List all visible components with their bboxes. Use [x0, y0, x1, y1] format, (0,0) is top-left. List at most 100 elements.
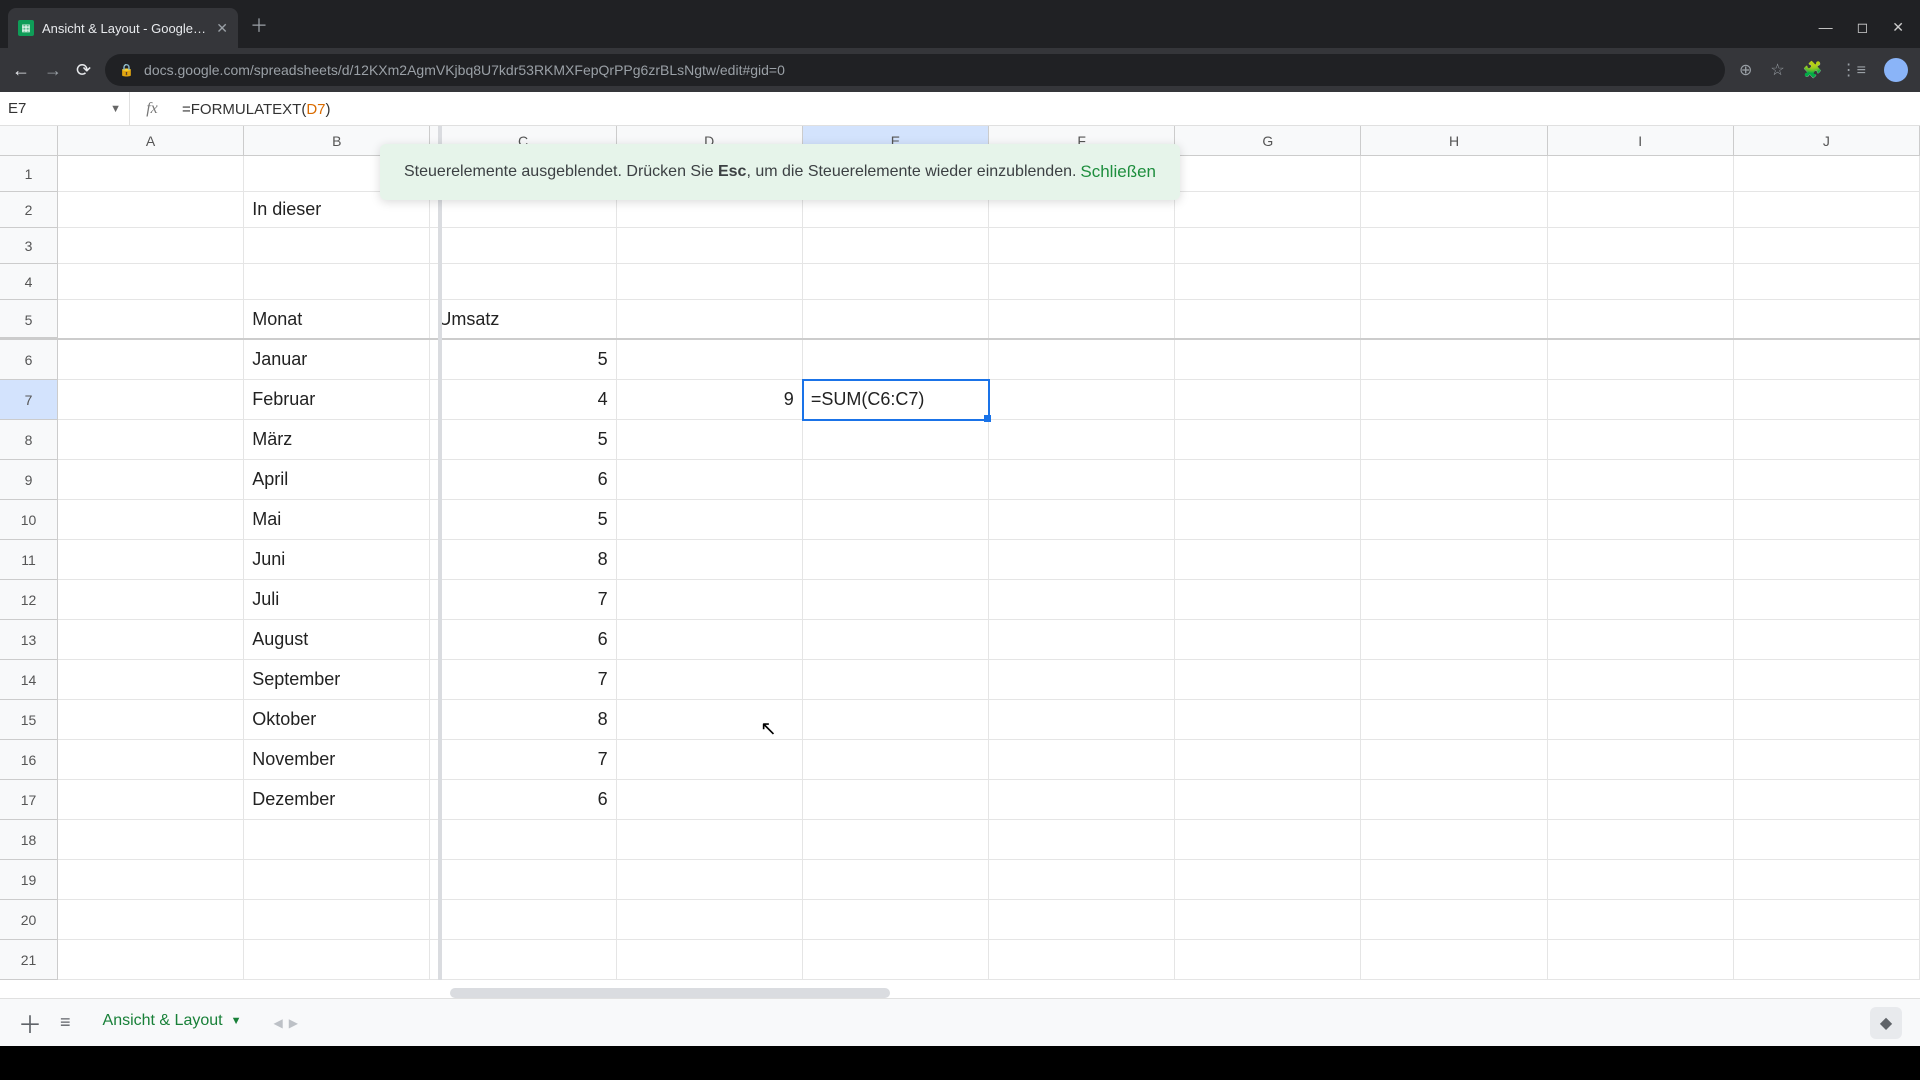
cell[interactable]: [1548, 192, 1734, 228]
cell[interactable]: [1548, 460, 1734, 500]
reload-icon[interactable]: ⟳: [76, 60, 91, 81]
cell[interactable]: [58, 300, 244, 338]
cell[interactable]: [1734, 900, 1920, 940]
url-input[interactable]: 🔒 docs.google.com/spreadsheets/d/12KXm2A…: [105, 54, 1725, 86]
cell[interactable]: [58, 580, 244, 620]
formula-input[interactable]: =FORMULATEXT(D7): [174, 100, 1920, 118]
cell[interactable]: [989, 380, 1175, 420]
cell[interactable]: [803, 460, 989, 500]
cell[interactable]: [803, 540, 989, 580]
cell[interactable]: [1175, 820, 1361, 860]
cell[interactable]: [617, 740, 803, 780]
cell[interactable]: [617, 340, 803, 380]
cell[interactable]: 7: [430, 740, 616, 780]
cell[interactable]: Januar: [244, 340, 430, 380]
row-header-17[interactable]: 17: [0, 780, 58, 820]
cell[interactable]: [1361, 580, 1547, 620]
cell[interactable]: [244, 820, 430, 860]
cell[interactable]: [1175, 228, 1361, 264]
cell[interactable]: [1548, 300, 1734, 338]
cell[interactable]: [803, 228, 989, 264]
cell[interactable]: 6: [430, 620, 616, 660]
cell[interactable]: [803, 620, 989, 660]
cell[interactable]: [1361, 660, 1547, 700]
cell[interactable]: [617, 780, 803, 820]
cell[interactable]: Juni: [244, 540, 430, 580]
cell[interactable]: [803, 420, 989, 460]
cell[interactable]: [58, 420, 244, 460]
cell[interactable]: [1734, 740, 1920, 780]
new-tab-button[interactable]: ＋: [250, 12, 268, 38]
cell[interactable]: [58, 460, 244, 500]
cell[interactable]: [430, 264, 616, 300]
cell[interactable]: [1361, 860, 1547, 900]
cell[interactable]: [989, 460, 1175, 500]
cell[interactable]: [989, 940, 1175, 980]
cell[interactable]: [58, 340, 244, 380]
cell[interactable]: [1361, 900, 1547, 940]
row-header-21[interactable]: 21: [0, 940, 58, 980]
cell[interactable]: [58, 860, 244, 900]
cell[interactable]: [1548, 156, 1734, 192]
cell[interactable]: [617, 228, 803, 264]
cell[interactable]: [803, 900, 989, 940]
row-header-18[interactable]: 18: [0, 820, 58, 860]
sheet-nav-right-icon[interactable]: ▶: [289, 1016, 298, 1030]
cell[interactable]: [1175, 580, 1361, 620]
cell[interactable]: [989, 820, 1175, 860]
cell[interactable]: [1548, 540, 1734, 580]
row-header-10[interactable]: 10: [0, 500, 58, 540]
cell[interactable]: [803, 340, 989, 380]
explore-button[interactable]: ◆: [1870, 1007, 1902, 1039]
bookmark-icon[interactable]: ☆: [1770, 60, 1784, 80]
cell[interactable]: [803, 660, 989, 700]
cell[interactable]: [244, 264, 430, 300]
cell[interactable]: Mai: [244, 500, 430, 540]
cell[interactable]: [1361, 380, 1547, 420]
cell[interactable]: [1175, 900, 1361, 940]
cell[interactable]: [1361, 500, 1547, 540]
cell[interactable]: [1175, 780, 1361, 820]
row-header-7[interactable]: 7: [0, 380, 58, 420]
cell[interactable]: [1361, 940, 1547, 980]
row-header-1[interactable]: 1: [0, 156, 58, 192]
cell[interactable]: [1361, 780, 1547, 820]
cell[interactable]: [1175, 700, 1361, 740]
row-header-19[interactable]: 19: [0, 860, 58, 900]
cell[interactable]: [58, 740, 244, 780]
cell[interactable]: [1361, 156, 1547, 192]
cell[interactable]: [58, 264, 244, 300]
cell[interactable]: [1734, 420, 1920, 460]
cell[interactable]: [1361, 460, 1547, 500]
cell[interactable]: [1175, 740, 1361, 780]
cell[interactable]: [989, 900, 1175, 940]
row-header-8[interactable]: 8: [0, 420, 58, 460]
cell[interactable]: April: [244, 460, 430, 500]
cell[interactable]: [617, 620, 803, 660]
cell[interactable]: [989, 340, 1175, 380]
cell[interactable]: [617, 940, 803, 980]
cell[interactable]: [1734, 300, 1920, 338]
close-window-icon[interactable]: ✕: [1892, 19, 1904, 36]
cell[interactable]: März: [244, 420, 430, 460]
cell[interactable]: [617, 540, 803, 580]
col-header-G[interactable]: G: [1175, 126, 1361, 155]
row-header-4[interactable]: 4: [0, 264, 58, 300]
select-all-corner[interactable]: [0, 126, 58, 155]
cell[interactable]: 6: [430, 460, 616, 500]
row-header-15[interactable]: 15: [0, 700, 58, 740]
cell[interactable]: [1361, 540, 1547, 580]
cell[interactable]: [989, 580, 1175, 620]
maximize-icon[interactable]: ◻: [1857, 19, 1869, 36]
cell[interactable]: [1361, 700, 1547, 740]
cell[interactable]: [1175, 192, 1361, 228]
cell[interactable]: [1548, 228, 1734, 264]
cell[interactable]: [1361, 192, 1547, 228]
cell[interactable]: [803, 264, 989, 300]
cell[interactable]: [1175, 540, 1361, 580]
cell[interactable]: [989, 264, 1175, 300]
cell[interactable]: [1734, 156, 1920, 192]
cell[interactable]: [1175, 620, 1361, 660]
cell[interactable]: [1734, 340, 1920, 380]
cell[interactable]: [1548, 820, 1734, 860]
